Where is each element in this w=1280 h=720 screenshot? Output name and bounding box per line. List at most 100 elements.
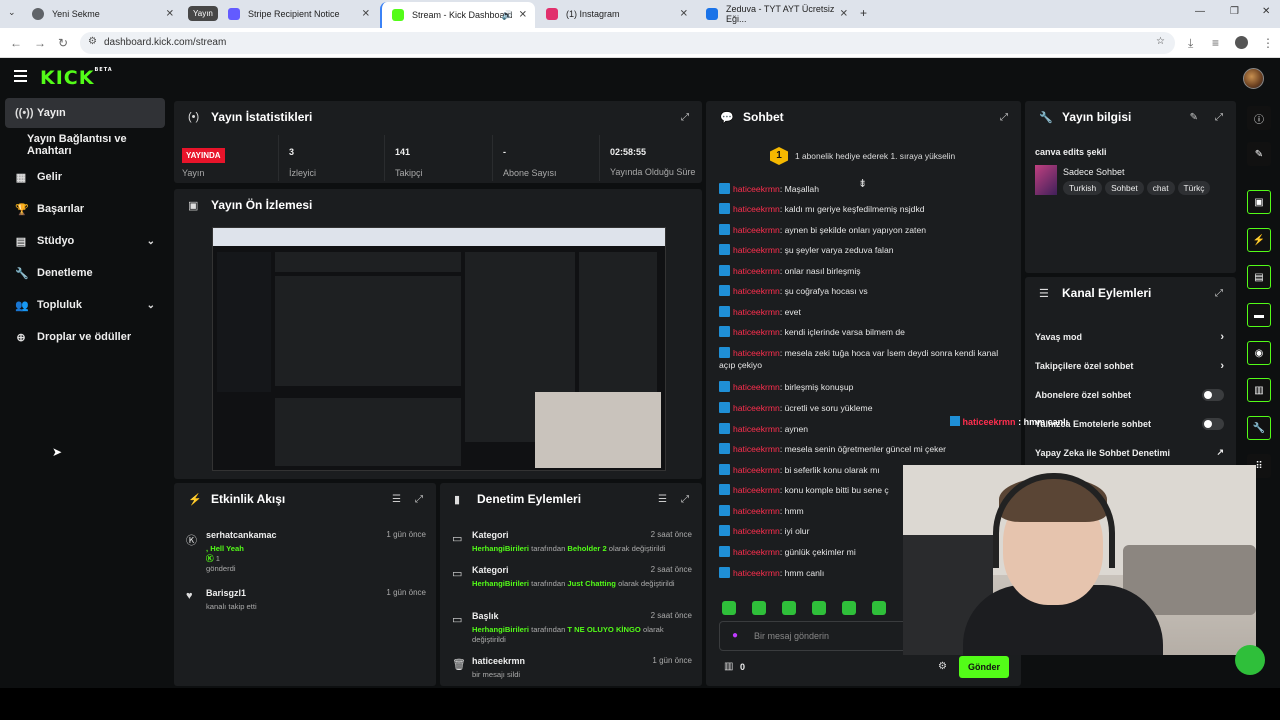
points-icon[interactable]: ▥ bbox=[724, 661, 733, 672]
site-info-icon[interactable]: ⚙ bbox=[88, 36, 97, 47]
filter-icon[interactable]: ☰ bbox=[392, 494, 401, 505]
sidebar-item-droplar[interactable]: ⊕ Droplar ve ödüller bbox=[5, 322, 165, 352]
close-icon[interactable]: ✕ bbox=[362, 9, 370, 20]
minimize-icon[interactable]: — bbox=[1195, 6, 1205, 17]
emote-only-toggle[interactable] bbox=[1202, 418, 1224, 430]
emote-icon[interactable] bbox=[752, 601, 766, 615]
chat-username[interactable]: haticeekrmn bbox=[733, 568, 780, 578]
chat-username[interactable]: haticeekrmn bbox=[733, 286, 780, 296]
audio-icon[interactable]: 🔊 bbox=[502, 10, 513, 21]
tab-zeduva[interactable]: Zeduva - TYT AYT Ücretsiz Eği... ✕ bbox=[696, 3, 856, 25]
sidebar-item-studyo[interactable]: ▤ Stüdyo ⌄ bbox=[5, 226, 165, 256]
back-icon[interactable]: ← bbox=[10, 36, 22, 50]
filter-icon[interactable]: ☰ bbox=[658, 494, 667, 505]
new-tab-icon[interactable]: + bbox=[860, 6, 867, 20]
url-field[interactable]: ⚙ dashboard.kick.com/stream ☆ bbox=[80, 32, 1175, 54]
slow-mode-row[interactable]: Yavaş mod › bbox=[1035, 331, 1226, 343]
expand-icon[interactable]: ⤢ bbox=[681, 112, 689, 123]
tag[interactable]: Sohbet bbox=[1105, 181, 1144, 195]
chat-username[interactable]: haticeekrmn bbox=[733, 465, 780, 475]
lightning-icon[interactable]: ⚡ bbox=[1247, 228, 1271, 252]
avatar[interactable] bbox=[1243, 68, 1264, 89]
send-button[interactable]: Gönder bbox=[959, 656, 1009, 678]
chat-username[interactable]: haticeekrmn bbox=[733, 506, 780, 516]
close-icon[interactable]: ✕ bbox=[840, 9, 848, 20]
expand-icon[interactable]: ⤢ bbox=[415, 494, 423, 505]
broadcast-icon: (•) bbox=[188, 111, 200, 123]
close-icon[interactable]: ✕ bbox=[519, 10, 527, 21]
sidebar-item-denetleme[interactable]: 🔧 Denetleme bbox=[5, 258, 165, 288]
followers-only-row[interactable]: Takipçilere özel sohbet › bbox=[1035, 360, 1226, 372]
tag[interactable]: Türkç bbox=[1177, 181, 1211, 195]
document-icon[interactable]: ▤ bbox=[1247, 265, 1271, 289]
expand-icon[interactable]: ⤢ bbox=[1215, 288, 1223, 299]
sidebar-item-gelir[interactable]: ▦ Gelir bbox=[5, 162, 165, 192]
chat-username[interactable]: haticeekrmn bbox=[733, 245, 780, 255]
panel-header: 🔧 Yayın bilgisi ✎ ⤢ bbox=[1039, 110, 1223, 124]
expand-icon[interactable]: ⤢ bbox=[1000, 112, 1008, 123]
forward-icon[interactable]: → bbox=[34, 36, 46, 50]
microphone-icon[interactable]: ● bbox=[732, 630, 738, 641]
ai-moderation-row[interactable]: Yapay Zeka ile Sohbet Denetimi ↗ bbox=[1035, 447, 1226, 458]
profile-icon[interactable] bbox=[1235, 36, 1248, 49]
chat-username[interactable]: haticeekrmn bbox=[733, 348, 780, 358]
emote-icon[interactable] bbox=[842, 601, 856, 615]
bookmark-star-icon[interactable]: ☆ bbox=[1156, 36, 1165, 47]
subscribers-only-toggle[interactable] bbox=[1202, 389, 1224, 401]
chat-username[interactable]: haticeekrmn bbox=[733, 382, 780, 392]
tab-group-label[interactable]: Yayın bbox=[188, 6, 218, 21]
tab-stripe[interactable]: Stripe Recipient Notice ✕ bbox=[218, 3, 378, 25]
broadcast-icon[interactable]: ◉ bbox=[1247, 341, 1271, 365]
chat-icon[interactable]: ▬ bbox=[1247, 303, 1271, 327]
maximize-icon[interactable]: ❐ bbox=[1230, 6, 1239, 17]
category-name: Sadece Sohbet bbox=[1063, 167, 1125, 177]
tab-list-icon[interactable]: ⌄ bbox=[8, 7, 16, 18]
chat-username[interactable]: haticeekrmn bbox=[733, 547, 780, 557]
edit-icon[interactable]: ✎ bbox=[1190, 112, 1198, 123]
tag[interactable]: chat bbox=[1146, 181, 1175, 195]
tab-kick-dashboard[interactable]: Stream - Kick Dashboard 🔊 ✕ bbox=[380, 2, 535, 28]
chat-username[interactable]: haticeekrmn bbox=[733, 225, 780, 235]
menu-icon[interactable]: ⋮ bbox=[1262, 36, 1274, 50]
chat-username[interactable]: haticeekrmn bbox=[733, 403, 780, 413]
chat-username[interactable]: haticeekrmn bbox=[733, 485, 780, 495]
edit-icon[interactable]: ✎ bbox=[1247, 142, 1271, 166]
screenshot-icon[interactable]: ▣ bbox=[1247, 190, 1271, 214]
hamburger-menu-icon[interactable] bbox=[14, 70, 27, 85]
emote-icon[interactable] bbox=[872, 601, 886, 615]
emote-icon[interactable] bbox=[782, 601, 796, 615]
chat-username[interactable]: haticeekrmn bbox=[733, 526, 780, 536]
chat-username[interactable]: haticeekrmn bbox=[733, 204, 780, 214]
chat-settings-icon[interactable]: ⚙ bbox=[938, 661, 947, 672]
sidebar-item-topluluk[interactable]: 👥 Topluluk ⌄ bbox=[5, 290, 165, 320]
media-icon[interactable]: ≡ bbox=[1212, 36, 1219, 50]
emote-icon[interactable] bbox=[812, 601, 826, 615]
chat-username[interactable]: haticeekrmn bbox=[733, 184, 780, 194]
tab-instagram[interactable]: (1) Instagram ✕ bbox=[536, 3, 696, 25]
chat-username[interactable]: haticeekrmn bbox=[733, 424, 780, 434]
tag[interactable]: Turkish bbox=[1063, 181, 1103, 195]
moderation-icon[interactable]: ▥ bbox=[1247, 378, 1271, 402]
sidebar-item-basarilar[interactable]: 🏆 Başarılar bbox=[5, 194, 165, 224]
chat-username[interactable]: haticeekrmn bbox=[733, 266, 780, 276]
green-bubble-icon[interactable] bbox=[1235, 645, 1265, 675]
close-window-icon[interactable]: ✕ bbox=[1262, 6, 1270, 17]
reload-icon[interactable]: ↻ bbox=[58, 36, 68, 50]
expand-icon[interactable]: ⤢ bbox=[681, 494, 689, 505]
info-icon[interactable]: ⓘ bbox=[1247, 106, 1271, 130]
chat-username[interactable]: haticeekrmn bbox=[733, 444, 780, 454]
chat-username[interactable]: haticeekrmn bbox=[733, 307, 780, 317]
wrench-icon[interactable]: 🔧 bbox=[1247, 416, 1271, 440]
stream-preview-video[interactable] bbox=[212, 227, 666, 471]
tab-new[interactable]: Yeni Sekme ✕ bbox=[22, 3, 182, 25]
chat-username[interactable]: haticeekrmn bbox=[733, 327, 780, 337]
download-icon[interactable]: ⤓ bbox=[1188, 36, 1193, 51]
kick-logo[interactable]: KICKBETA bbox=[40, 67, 113, 89]
sidebar-item-yayin[interactable]: ((•)) Yayın bbox=[5, 98, 165, 128]
close-icon[interactable]: ✕ bbox=[680, 9, 688, 20]
sidebar-item-stream-key[interactable]: Yayın Bağlantısı ve Anahtarı bbox=[5, 130, 165, 160]
expand-icon[interactable]: ⤢ bbox=[1215, 112, 1223, 123]
emote-icon[interactable] bbox=[722, 601, 736, 615]
chat-text: hmm canlı bbox=[784, 568, 825, 578]
close-icon[interactable]: ✕ bbox=[166, 9, 174, 20]
